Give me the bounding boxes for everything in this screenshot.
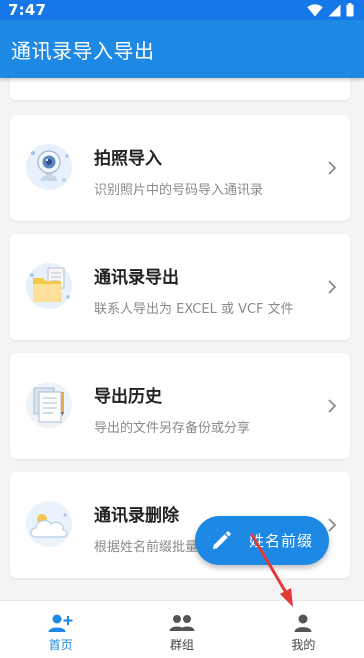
folder-icon: [26, 263, 72, 309]
status-icons: [307, 3, 354, 17]
status-bar: 7:47: [0, 0, 364, 20]
card-title: 拍照导入: [94, 149, 162, 169]
camera-icon: [26, 144, 72, 190]
card-partial-top: [10, 78, 350, 100]
nav-item-groups[interactable]: 群组: [121, 601, 242, 658]
card-export-history[interactable]: 导出历史 导出的文件另存备份或分享: [10, 353, 350, 459]
wifi-icon: [307, 3, 323, 16]
card-title: 导出历史: [94, 387, 162, 407]
nav-label: 群组: [169, 638, 194, 652]
card-description: 导出的文件另存备份或分享: [94, 421, 251, 436]
card-description: 根据姓名前缀批量: [94, 540, 199, 555]
nav-label: 我的: [291, 638, 316, 652]
nav-item-home[interactable]: 首页: [0, 601, 121, 658]
nav-item-mine[interactable]: 我的: [243, 601, 364, 658]
pencil-icon: [213, 530, 231, 549]
add-person-icon: [48, 614, 73, 632]
status-time: 7:47: [8, 1, 47, 19]
chevron-right-icon: [328, 399, 337, 413]
nav-label: 首页: [48, 638, 73, 652]
bottom-navigation: 首页 群组 我的: [0, 600, 364, 658]
card-photo-import[interactable]: 拍照导入 识别照片中的号码导入通讯录: [10, 115, 350, 221]
chevron-right-icon: [328, 161, 337, 175]
page-title: 通讯录导入导出: [11, 38, 155, 63]
chevron-right-icon: [328, 280, 337, 294]
person-icon: [294, 614, 312, 632]
battery-icon: [346, 3, 354, 17]
card-title: 通讯录删除: [94, 506, 179, 526]
group-icon: [169, 615, 195, 631]
card-description: 联系人导出为 EXCEL 或 VCF 文件: [94, 302, 294, 317]
documents-icon: [26, 382, 72, 428]
card-contacts-export[interactable]: 通讯录导出 联系人导出为 EXCEL 或 VCF 文件: [10, 234, 350, 340]
app-bar: 通讯录导入导出: [0, 20, 364, 78]
signal-icon: [328, 4, 341, 16]
card-description: 识别照片中的号码导入通讯录: [94, 183, 264, 198]
chevron-right-icon: [328, 518, 337, 532]
card-title: 通讯录导出: [94, 268, 179, 288]
name-prefix-fab[interactable]: 姓名前缀: [195, 516, 329, 565]
cloud-icon: [26, 501, 72, 547]
fab-label: 姓名前缀: [249, 532, 314, 550]
